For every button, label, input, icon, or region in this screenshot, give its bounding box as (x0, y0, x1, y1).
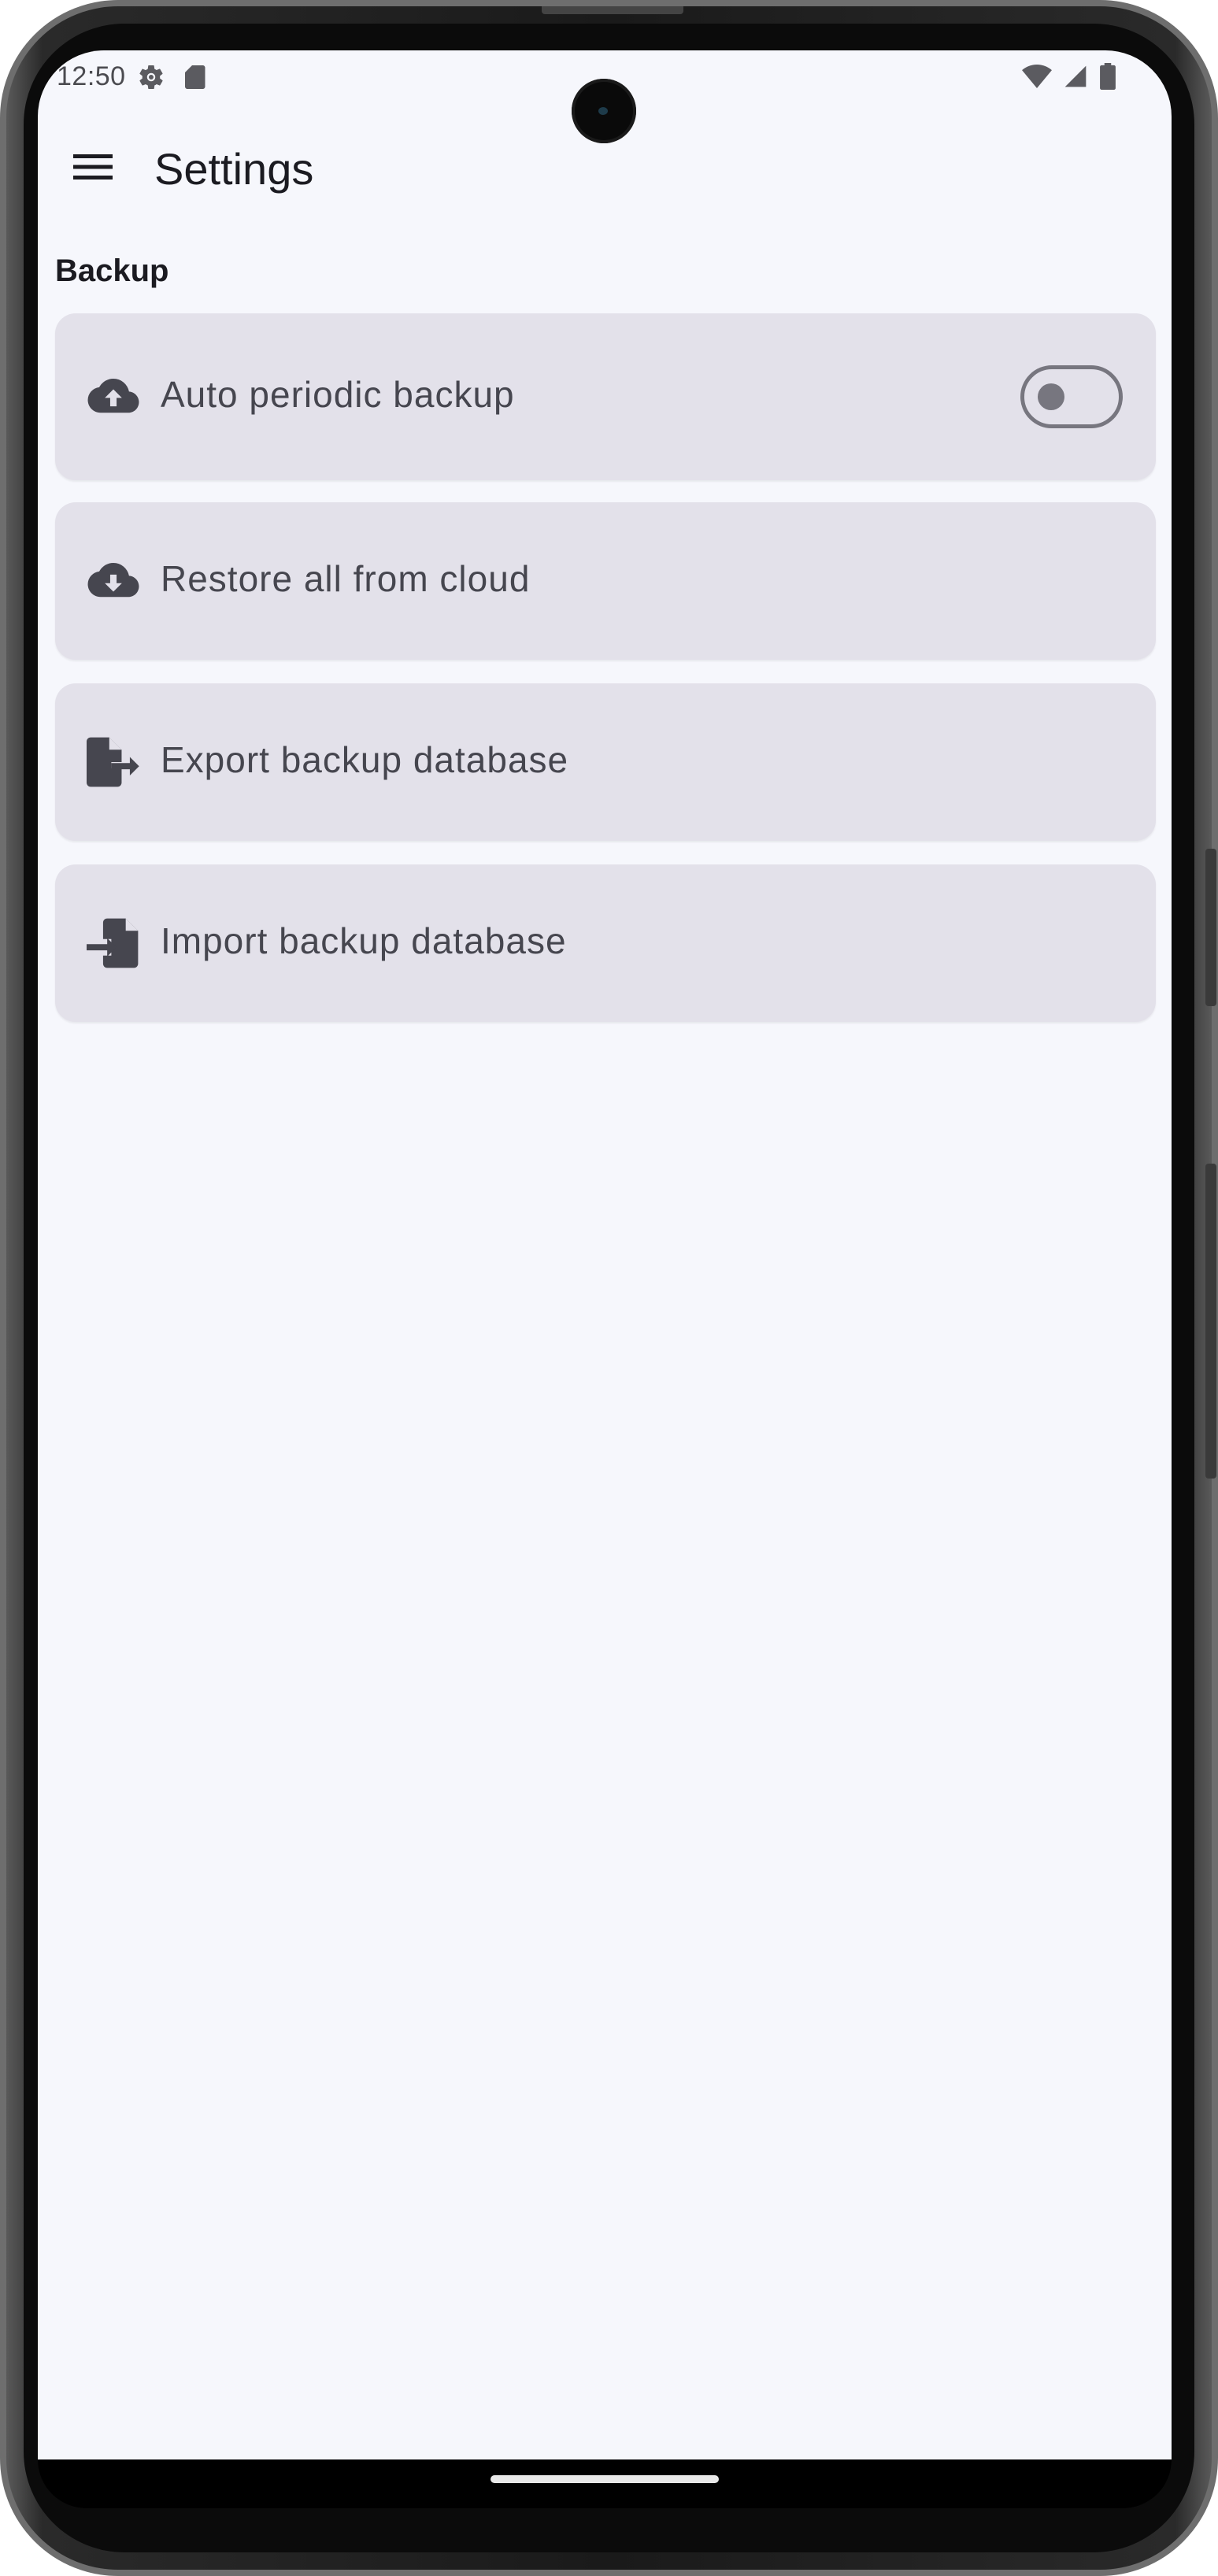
file-export-icon (87, 735, 140, 789)
setting-label: Import backup database (161, 920, 567, 961)
status-right-icons (1022, 63, 1116, 94)
device-top-edge (542, 6, 683, 14)
setting-label: Restore all from cloud (161, 558, 531, 599)
camera-lens (598, 107, 608, 115)
home-indicator[interactable] (491, 2475, 719, 2483)
cloud-upload-icon (87, 370, 140, 424)
top-app-bar: Settings (38, 121, 1172, 216)
settings-gear-icon (137, 63, 165, 95)
auto-periodic-backup-item[interactable]: Auto periodic backup (55, 313, 1156, 480)
setting-label: Auto periodic backup (161, 374, 515, 415)
page-title: Settings (154, 144, 314, 194)
sd-card-icon (183, 63, 206, 95)
gesture-navigation-bar (38, 2459, 1172, 2508)
hamburger-menu-icon (73, 153, 113, 185)
volume-button (1205, 849, 1216, 1006)
import-backup-database-item[interactable]: Import backup database (55, 864, 1156, 1022)
file-import-icon (87, 916, 140, 970)
status-time: 12:50 (57, 61, 126, 91)
power-button (1205, 1164, 1216, 1479)
section-header-backup: Backup (55, 254, 169, 288)
setting-label: Export backup database (161, 739, 569, 780)
restore-all-from-cloud-item[interactable]: Restore all from cloud (55, 502, 1156, 660)
toggle-thumb (1038, 383, 1064, 410)
cell-signal-icon (1063, 64, 1088, 93)
wifi-icon (1022, 65, 1052, 92)
export-backup-database-item[interactable]: Export backup database (55, 683, 1156, 841)
menu-button[interactable] (63, 139, 123, 198)
battery-icon (1099, 63, 1116, 94)
screen: 12:50 Settings Backup Auto periodic back… (38, 50, 1172, 2459)
status-left-icons (137, 63, 206, 95)
cloud-download-icon (87, 554, 140, 608)
auto-backup-toggle[interactable] (1020, 365, 1123, 428)
